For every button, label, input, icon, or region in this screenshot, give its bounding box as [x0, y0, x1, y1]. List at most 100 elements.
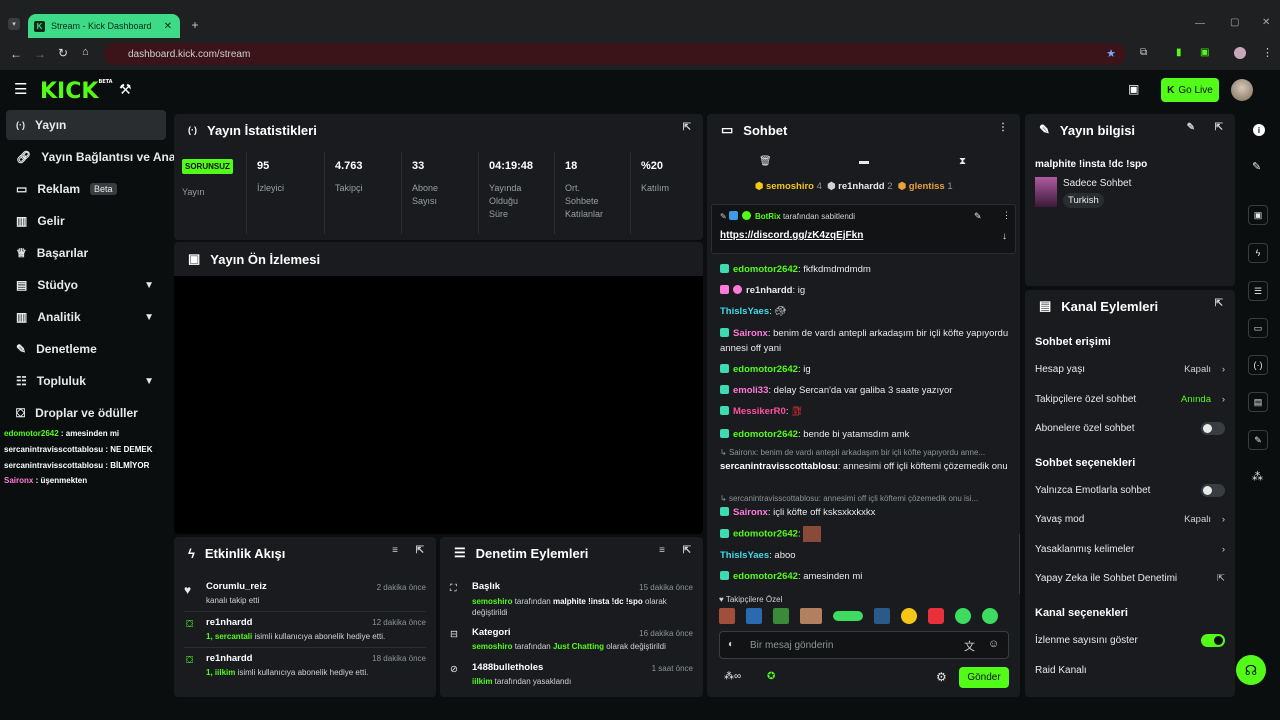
- rail-people-icon[interactable]: ⁂: [1252, 470, 1263, 483]
- row-followers-only[interactable]: Takipçilere özel sohbet Anında ›: [1035, 394, 1225, 405]
- reply-preview[interactable]: ↳ sercanintravisscottablosu: annesimi of…: [720, 494, 1010, 503]
- popout-icon[interactable]: ⇱: [683, 545, 691, 556]
- tab-search-icon[interactable]: ▾: [8, 18, 20, 30]
- settings-icon[interactable]: ⚙: [936, 670, 947, 684]
- row-raid[interactable]: Raid Kanalı: [1035, 665, 1225, 676]
- reload-icon[interactable]: ↻: [58, 46, 68, 60]
- category-name[interactable]: Sadece Sohbet: [1063, 178, 1131, 189]
- theater-mode-icon[interactable]: ▣: [1128, 82, 1139, 96]
- popout-icon[interactable]: ⇱: [1215, 298, 1223, 309]
- emote-icon[interactable]: [719, 608, 735, 624]
- home-icon[interactable]: ⌂: [82, 46, 89, 58]
- tag-pill[interactable]: Turkish: [1063, 193, 1104, 208]
- hamburger-menu-icon[interactable]: ☰: [14, 80, 27, 98]
- chat-user[interactable]: edomotor2642: [733, 529, 798, 540]
- chat-user[interactable]: edomotor2642: [733, 264, 798, 275]
- emoji-icon[interactable]: ☺: [988, 638, 999, 650]
- emote-icon[interactable]: [746, 608, 762, 624]
- sidebar-item-denetleme[interactable]: ✎ Denetleme: [6, 334, 166, 364]
- chat-identity-icon[interactable]: ◐: [728, 639, 734, 650]
- profile-avatar-icon[interactable]: [1234, 47, 1246, 59]
- show-viewers-toggle[interactable]: [1201, 634, 1225, 647]
- translate-extension-icon[interactable]: ▣: [1200, 47, 1209, 58]
- rail-list-icon[interactable]: ☰: [1248, 281, 1268, 301]
- chat-scrollbar[interactable]: [1019, 534, 1020, 594]
- pinned-menu-icon[interactable]: ⋮: [1002, 210, 1011, 221]
- chat-user[interactable]: edomotor2642: [733, 429, 798, 440]
- sidebar-item-analitik[interactable]: ▥ Analitik ▼: [6, 302, 166, 332]
- info-icon[interactable]: i: [1253, 124, 1265, 136]
- popout-icon[interactable]: ⇱: [683, 122, 691, 133]
- emote-icon[interactable]: [773, 608, 789, 624]
- chat-user[interactable]: ThisIsYaes: [720, 306, 769, 317]
- rail-chat-icon[interactable]: ▭: [1248, 318, 1268, 338]
- emote-icon[interactable]: [901, 608, 917, 624]
- chat-user[interactable]: Saironx: [733, 507, 768, 518]
- chat-user[interactable]: ThisIsYaes: [720, 550, 769, 561]
- trash-extension-icon[interactable]: ▮: [1176, 47, 1182, 58]
- hammer-icon[interactable]: ⚒: [119, 81, 132, 98]
- forward-icon[interactable]: →: [34, 47, 46, 61]
- emote-icon[interactable]: [874, 608, 890, 624]
- chat-user[interactable]: edomotor2642: [733, 364, 798, 375]
- extensions-icon[interactable]: ⧉: [1140, 47, 1147, 58]
- row-banned-words[interactable]: Yasaklanmış kelimeler ›: [1035, 544, 1225, 555]
- rail-stats-icon[interactable]: ▣: [1248, 205, 1268, 225]
- browser-menu-icon[interactable]: ⋮: [1262, 46, 1273, 59]
- popout-icon[interactable]: ⇱: [416, 545, 424, 556]
- url-field[interactable]: dashboard.kick.com/stream ★: [104, 43, 1126, 65]
- sidebar-item-gelir[interactable]: ▥ Gelir: [6, 206, 166, 236]
- emote-icon[interactable]: [955, 608, 971, 624]
- chat-user[interactable]: Saironx: [733, 328, 768, 339]
- emote-icon[interactable]: [928, 608, 944, 624]
- browser-tab[interactable]: K Stream - Kick Dashboard ✕: [28, 14, 180, 38]
- subs-only-toggle[interactable]: [1201, 422, 1225, 435]
- chat-menu-icon[interactable]: ⋮: [998, 122, 1008, 133]
- row-account-age[interactable]: Hesap yaşı Kapalı ›: [1035, 364, 1225, 375]
- edit-layout-icon[interactable]: ✎: [1252, 160, 1261, 173]
- arrow-down-icon[interactable]: ↓: [1002, 231, 1007, 242]
- hourglass-icon[interactable]: ⧗: [959, 156, 966, 167]
- emote-icon[interactable]: [982, 608, 998, 624]
- close-window-icon[interactable]: ✕: [1262, 17, 1270, 28]
- rail-wrench-icon[interactable]: ✎: [1248, 430, 1268, 450]
- sidebar-item-droplar[interactable]: ⛋ Droplar ve ödüller: [6, 398, 166, 428]
- chat-input[interactable]: ◐ Bir mesaj gönderin 文 ☺: [719, 631, 1009, 659]
- chat-user[interactable]: re1nhardd: [746, 285, 792, 296]
- row-ai-moderation[interactable]: Yapay Zeka ile Sohbet Denetimi ⇱: [1035, 573, 1225, 584]
- bookmark-star-icon[interactable]: ★: [1106, 47, 1116, 60]
- edit-icon[interactable]: ✎: [1187, 122, 1195, 133]
- chat-user[interactable]: sercanintravisscottablosu: [720, 461, 838, 472]
- row-slow-mode[interactable]: Yavaş mod Kapalı ›: [1035, 514, 1225, 525]
- sidebar-item-stream-link[interactable]: 🔗︎ Yayın Bağlantısı ve Anahtarı: [6, 142, 178, 172]
- rail-channel-icon[interactable]: ▤: [1248, 392, 1268, 412]
- send-button[interactable]: Gönder: [959, 667, 1009, 688]
- rail-lightning-icon[interactable]: ϟ: [1248, 243, 1268, 263]
- emote-only-toggle[interactable]: [1201, 484, 1225, 497]
- sidebar-item-studyo[interactable]: ▤ Stüdyo ▼: [6, 270, 166, 300]
- sidebar-item-reklam[interactable]: ▭ Reklam Beta: [6, 174, 166, 204]
- people-icon[interactable]: ⁂∞: [724, 671, 741, 682]
- sidebar-item-yayin[interactable]: (·) Yayın: [6, 110, 166, 140]
- user-avatar[interactable]: [1231, 79, 1253, 101]
- popout-icon[interactable]: ⇱: [1215, 122, 1223, 133]
- translate-icon[interactable]: 文: [964, 638, 975, 654]
- new-tab-icon[interactable]: +: [188, 18, 202, 32]
- sidebar-item-basarilar[interactable]: ♕ Başarılar: [6, 238, 166, 268]
- filter-icon[interactable]: ≡: [392, 545, 398, 556]
- pinned-link[interactable]: https://discord.gg/zK4zqEjFkn: [720, 230, 863, 241]
- minimize-icon[interactable]: —: [1195, 18, 1205, 29]
- go-live-button[interactable]: K Go Live: [1161, 78, 1219, 102]
- chat-user[interactable]: MessikerR0: [733, 406, 786, 417]
- kick-logo[interactable]: KICKBETA: [40, 79, 113, 104]
- trash-icon[interactable]: 🗑︎: [759, 156, 772, 167]
- chat-user[interactable]: edomotor2642: [733, 571, 798, 582]
- close-tab-icon[interactable]: ✕: [164, 21, 172, 32]
- rail-broadcast-icon[interactable]: (·): [1248, 355, 1268, 375]
- emote-icon[interactable]: [833, 611, 863, 621]
- unpin-icon[interactable]: ✎: [974, 211, 982, 222]
- kick-points-icon[interactable]: ✪: [767, 671, 775, 682]
- category-thumbnail[interactable]: [1035, 177, 1057, 207]
- maximize-icon[interactable]: ▢: [1230, 17, 1239, 28]
- filter-icon[interactable]: ≡: [659, 545, 665, 556]
